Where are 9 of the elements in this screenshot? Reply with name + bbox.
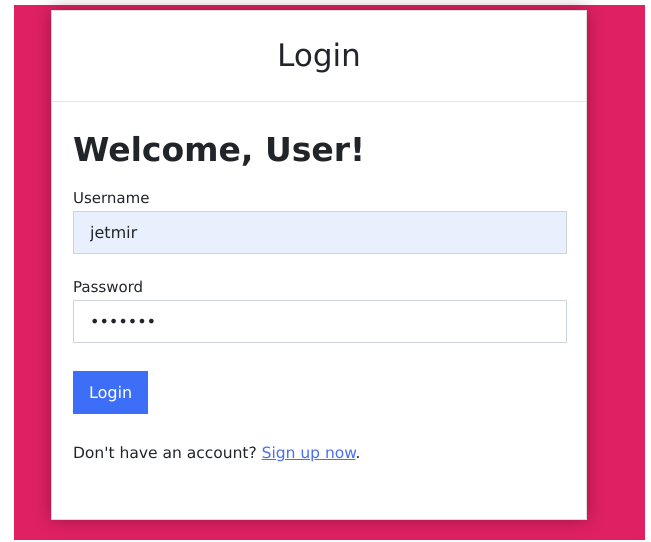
signup-prompt: Don't have an account? Sign up now. bbox=[73, 444, 362, 462]
input-field[interactable]: jetmir bbox=[73, 211, 567, 254]
field-label: Username bbox=[73, 189, 150, 207]
card-title: Login bbox=[277, 38, 361, 74]
welcome-heading: Welcome, User! bbox=[73, 130, 366, 169]
field-label: Password bbox=[73, 278, 144, 296]
signup-link[interactable]: Sign up now bbox=[262, 444, 356, 462]
input-field[interactable]: ••••••• bbox=[73, 300, 567, 343]
login-button[interactable]: Login bbox=[73, 371, 148, 414]
